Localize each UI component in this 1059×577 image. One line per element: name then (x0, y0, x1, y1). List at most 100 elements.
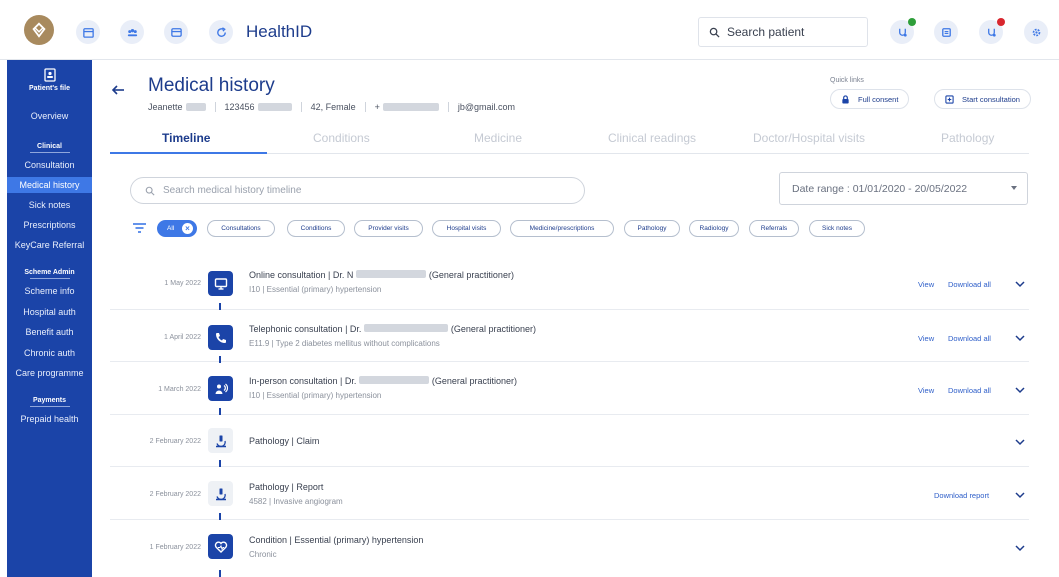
timeline-date: 1 March 2022 (158, 386, 201, 393)
status-button[interactable] (890, 18, 916, 44)
chevron-down-icon[interactable] (1015, 386, 1025, 394)
monitor-icon (214, 277, 227, 290)
timeline-title: Pathology | Claim (249, 436, 320, 446)
sidebar-item-medical-history[interactable]: Medical history (7, 177, 92, 193)
sidebar-item-overview[interactable]: Overview (7, 110, 92, 122)
sidebar-item-benefit-auth[interactable]: Benefit auth (7, 326, 92, 338)
patients-file[interactable]: Patient's file (7, 68, 92, 92)
filter-chip-hospital-visits[interactable]: Hospital visits (432, 220, 501, 237)
timeline-date: 1 May 2022 (164, 280, 201, 287)
sidebar-item-prepaid-health[interactable]: Prepaid health (7, 413, 92, 425)
sidebar-item-scheme-info[interactable]: Scheme info (7, 285, 92, 297)
lock-icon (842, 94, 849, 104)
card-button[interactable] (164, 20, 188, 44)
divider (447, 102, 449, 112)
full-consent-label: Full consent (858, 94, 899, 104)
timeline-connector (219, 513, 221, 520)
divider (214, 102, 216, 112)
full-consent-button[interactable]: Full consent (830, 89, 910, 109)
timeline-subtitle: Chronic (249, 550, 277, 559)
view-link[interactable]: View (918, 386, 934, 395)
timeline-connector (219, 408, 221, 415)
download-all-link[interactable]: Download all (948, 386, 991, 395)
back-arrow-icon[interactable] (110, 82, 126, 98)
divider (364, 102, 366, 112)
patient-info: Jeanette 123456 42, Female + jb@gmail.co… (148, 102, 515, 112)
tab-conditions[interactable]: Conditions (313, 131, 370, 145)
timeline-connector (219, 303, 221, 310)
sidebar-item-prescriptions[interactable]: Prescriptions (7, 219, 92, 231)
redacted-doctor (356, 270, 427, 278)
filter-chip-all-label: All (167, 225, 175, 232)
timeline-title-main: Online consultation | Dr. N (249, 270, 354, 280)
quick-links-label: Quick links (830, 77, 864, 84)
filter-icon[interactable] (133, 222, 146, 234)
alerts-button[interactable] (979, 18, 1005, 44)
chevron-down-icon[interactable] (1015, 491, 1025, 499)
chevron-down-icon[interactable] (1015, 544, 1025, 552)
brand-logo[interactable] (24, 15, 54, 45)
chevron-down-icon (1011, 186, 1017, 190)
download-all-link[interactable]: Download all (948, 334, 991, 343)
microscope-icon (215, 435, 226, 447)
chevron-down-icon[interactable] (1015, 334, 1025, 342)
redacted-phone (382, 103, 439, 111)
filter-chip-consultations[interactable]: Consultations (207, 220, 275, 237)
patients-button[interactable] (120, 20, 144, 44)
tab-doctor-hospital-visits[interactable]: Doctor/Hospital visits (753, 131, 865, 145)
sidebar-item-sick-notes[interactable]: Sick notes (7, 199, 92, 211)
timeline-title-suffix: (General practitioner) (431, 376, 517, 386)
sidebar-item-hospital-auth[interactable]: Hospital auth (7, 306, 92, 318)
page-title: Medical history (148, 75, 275, 96)
settings-button[interactable] (1024, 20, 1048, 44)
timeline-icon (208, 325, 233, 350)
redacted-doctor (364, 324, 449, 332)
filter-chip-sick-notes[interactable]: Sick notes (809, 220, 865, 237)
sidebar-item-keycare-referral[interactable]: KeyCare Referral (7, 239, 92, 251)
redacted-surname (185, 103, 206, 111)
messages-button[interactable] (934, 20, 958, 44)
timeline-date: 1 April 2022 (164, 334, 201, 341)
tab-clinical-readings[interactable]: Clinical readings (608, 131, 696, 145)
refresh-button[interactable] (209, 20, 233, 44)
chevron-down-icon[interactable] (1015, 280, 1025, 288)
tab-pathology[interactable]: Pathology (941, 131, 994, 145)
patient-file-icon (43, 68, 56, 82)
alert-dot (997, 18, 1005, 26)
message-icon (941, 27, 951, 37)
sidebar: Patient's file Overview Clinical Consult… (7, 60, 92, 577)
start-consultation-button[interactable]: Start consultation (934, 89, 1031, 109)
refresh-icon (216, 26, 226, 37)
filter-chip-provider-visits[interactable]: Provider visits (354, 220, 423, 237)
timeline-date: 2 February 2022 (149, 491, 201, 498)
filter-chip-medicine-prescriptions[interactable]: Medicine/prescriptions (510, 220, 614, 237)
timeline-date: 2 February 2022 (149, 438, 201, 445)
sidebar-item-consultation[interactable]: Consultation (7, 159, 92, 171)
filter-chip-all[interactable]: All × (157, 220, 197, 237)
tab-medicine[interactable]: Medicine (474, 131, 522, 145)
calendar-button[interactable] (76, 20, 100, 44)
download-all-link[interactable]: Download all (948, 280, 991, 289)
app-title: HealthID (246, 22, 313, 41)
filter-chip-conditions[interactable]: Conditions (287, 220, 345, 237)
view-link[interactable]: View (918, 334, 934, 343)
filter-chip-pathology[interactable]: Pathology (624, 220, 680, 237)
sidebar-item-chronic-auth[interactable]: Chronic auth (7, 347, 92, 359)
chevron-down-icon[interactable] (1015, 438, 1025, 446)
timeline-row: 2 February 2022 Pathology | Claim (110, 415, 1029, 467)
date-range-value: Date range : 01/01/2020 - 20/05/2022 (792, 182, 968, 195)
download-report-link[interactable]: Download report (934, 491, 989, 500)
view-link[interactable]: View (918, 280, 934, 289)
people-icon (127, 28, 137, 36)
timeline-subtitle: E11.9 | Type 2 diabetes mellitus without… (249, 339, 440, 348)
sidebar-item-care-programme[interactable]: Care programme (7, 367, 92, 379)
timeline-title: In-person consultation | Dr. (General pr… (249, 376, 517, 386)
date-range-select[interactable]: Date range : 01/01/2020 - 20/05/2022 (779, 172, 1028, 205)
tab-timeline[interactable]: Timeline (162, 131, 210, 145)
filter-chip-referrals[interactable]: Referrals (749, 220, 799, 237)
timeline-search-input[interactable]: Search medical history timeline (130, 177, 585, 204)
add-box-icon (945, 94, 954, 104)
filter-chip-radiology[interactable]: Radiology (689, 220, 739, 237)
close-icon[interactable]: × (182, 223, 193, 234)
patient-search-input[interactable]: Search patient (698, 17, 868, 47)
